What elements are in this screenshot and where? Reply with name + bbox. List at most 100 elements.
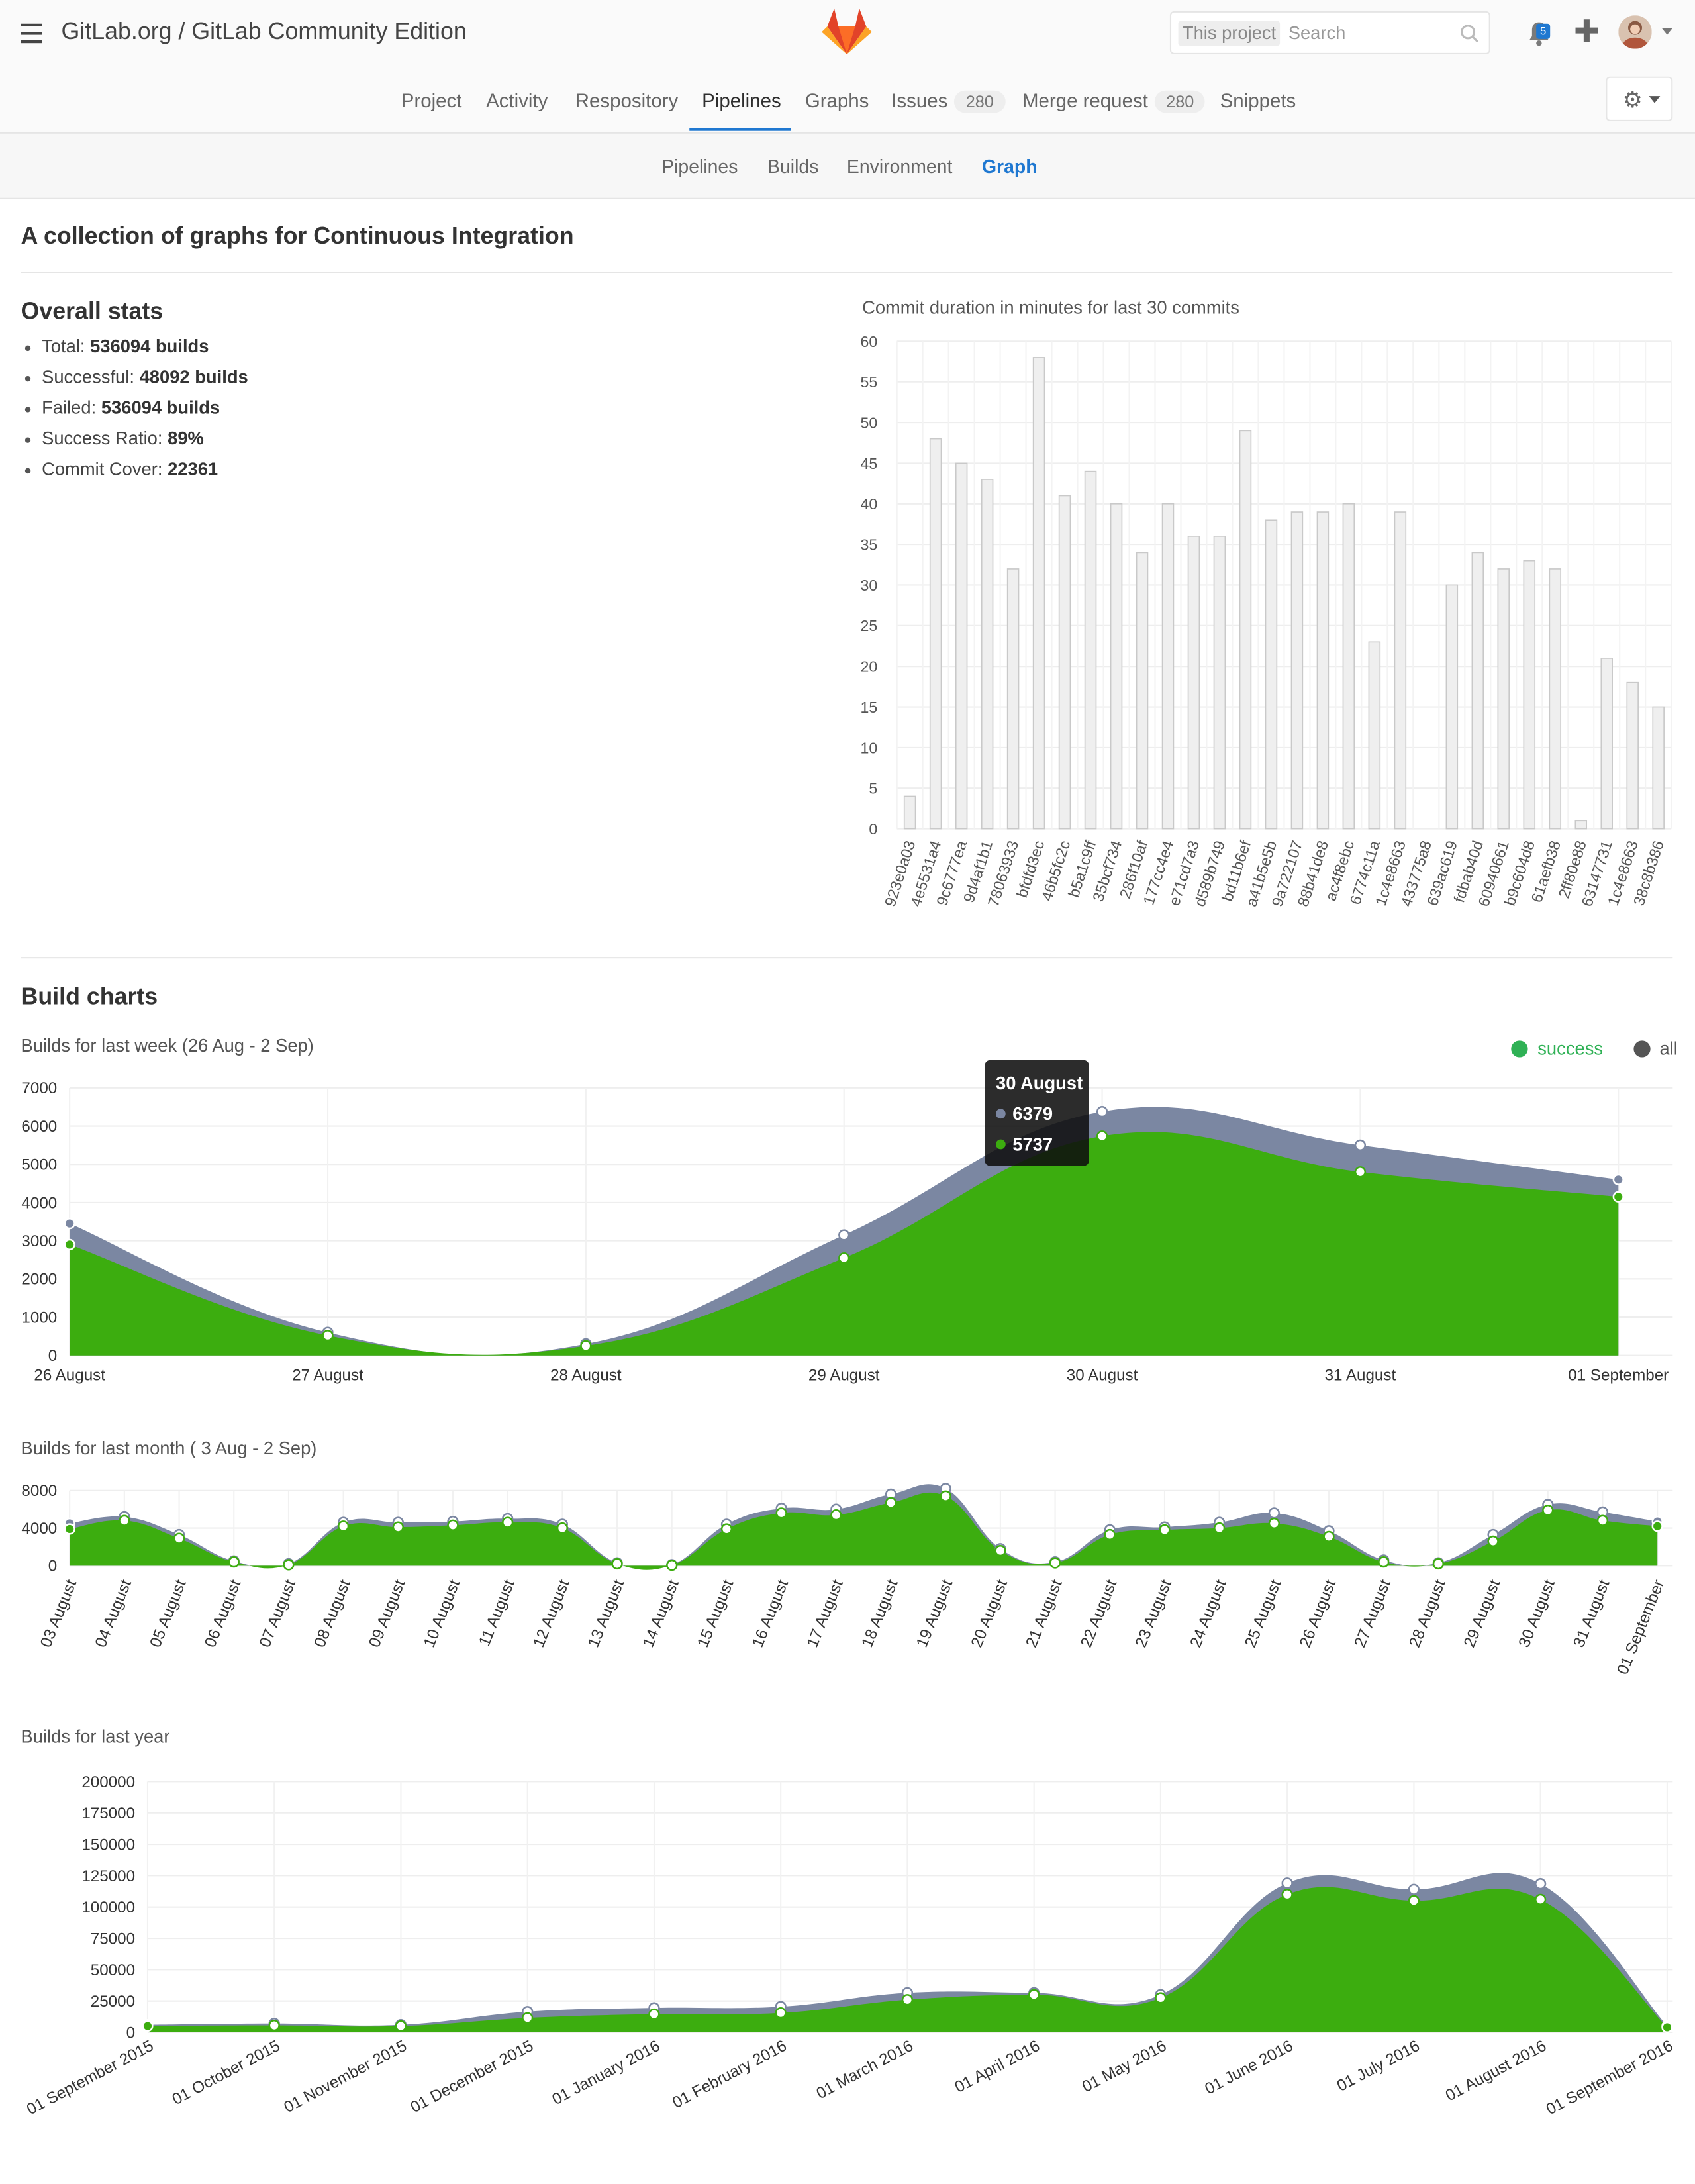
x-tick-label: 01 November 2015 [281, 2037, 409, 2116]
new-item-plus-icon[interactable]: ✚ [1574, 15, 1600, 48]
bar [1497, 568, 1510, 830]
stat-value: 536094 builds [90, 335, 209, 357]
point-success [940, 1490, 951, 1502]
point-success [119, 1514, 130, 1526]
point-success [1596, 1514, 1609, 1526]
stat-label: Successful: [42, 366, 134, 387]
point-success [775, 2007, 787, 2019]
build-charts-title: Build charts [21, 983, 158, 1011]
subtab-builds[interactable]: Builds [767, 156, 818, 177]
tab-snippets[interactable]: Snippets [1220, 89, 1296, 112]
tab-activity[interactable]: Activity [486, 89, 548, 112]
tab-issues[interactable]: Issues 280 [891, 89, 1005, 114]
year-builds-chart: 0 25000 50000 75000 100000 125000 150000 175000… [24, 1773, 1676, 2119]
point-success [1155, 1992, 1167, 2004]
bar [1006, 568, 1020, 830]
y-tick-label: 2000 [21, 1271, 57, 1289]
user-menu-chevron-down-icon[interactable] [1661, 28, 1673, 35]
project-settings-button[interactable]: ⚙ [1606, 76, 1673, 122]
subtab-graph[interactable]: Graph [982, 156, 1038, 177]
stat-commit-cover: Commit Cover: 22361 [24, 457, 248, 487]
user-avatar[interactable] [1618, 15, 1652, 49]
y-tick-label: 0 [48, 1558, 57, 1575]
y-tick-label: 4000 [21, 1194, 57, 1212]
point-success [1323, 1530, 1335, 1542]
y-tick-label: 50000 [91, 1961, 135, 1979]
point-success [556, 1522, 569, 1534]
bar [1239, 430, 1252, 830]
point-success [1049, 1557, 1061, 1569]
bar [1316, 511, 1330, 830]
project-title[interactable]: GitLab.org / GitLab Community Edition [62, 18, 467, 46]
x-tick-label: 01 September [1568, 1367, 1669, 1385]
header: GitLab.org / GitLab Community Edition Th… [0, 0, 1695, 134]
point-success [1214, 1522, 1226, 1534]
subtab-environment[interactable]: Environment [847, 156, 952, 177]
bar [955, 462, 968, 830]
x-tick-label: 05 August [146, 1577, 189, 1650]
tab-repository[interactable]: Respository [575, 89, 678, 112]
x-tick-label: 01 October 2015 [170, 2037, 283, 2109]
point-success [268, 2019, 280, 2032]
subtab-pipelines[interactable]: Pipelines [661, 156, 738, 177]
point-success [1661, 2021, 1673, 2034]
point-success [1612, 1191, 1624, 1203]
gitlab-logo-icon[interactable] [822, 8, 872, 63]
x-tick-label: 25 August [1241, 1577, 1284, 1650]
sub-nav: Pipelines Builds Environment Graph [0, 133, 1695, 199]
tab-graphs[interactable]: Graphs [805, 89, 869, 112]
point-success [395, 2020, 407, 2032]
x-tick-label: 01 August 2016 [1443, 2037, 1549, 2105]
x-tick-label: 01 January 2016 [549, 2037, 663, 2109]
hamburger-menu-icon[interactable] [21, 23, 42, 44]
tooltip-success-swatch [996, 1139, 1006, 1150]
point-success [283, 1559, 295, 1571]
search-input[interactable]: This project Search [1169, 11, 1490, 55]
x-tick-label: 01 April 2016 [952, 2037, 1043, 2097]
x-tick-label: 01 December 2015 [408, 2037, 536, 2116]
tooltip-title: 30 August [996, 1072, 1083, 1094]
point-all [1281, 1877, 1293, 1889]
page-title: A collection of graphs for Continuous In… [21, 223, 574, 250]
bar [1574, 820, 1588, 830]
y-tick-label: 5 [869, 780, 877, 797]
point-success [648, 2008, 660, 2020]
overall-stats-list: Total: 536094 builds Successful: 48092 b… [24, 334, 248, 487]
tab-pipelines[interactable]: Pipelines [702, 89, 781, 112]
point-success [173, 1532, 185, 1544]
year-chart-title: Builds for last year [21, 1726, 170, 1747]
x-tick-label: 10 August [420, 1577, 463, 1650]
point-success [1542, 1504, 1554, 1516]
x-tick-label: 30 August [1516, 1577, 1559, 1650]
tooltip-all-row: 6379 [996, 1103, 1053, 1124]
point-success [1432, 1558, 1445, 1570]
point-success [720, 1523, 733, 1535]
bar [1110, 503, 1123, 830]
point-success [1268, 1517, 1280, 1530]
bar [981, 479, 994, 830]
x-tick-label: 01 September 2016 [1543, 2037, 1676, 2119]
x-tick-label: 26 August [34, 1367, 105, 1385]
notifications-bell-icon[interactable]: 5 [1526, 19, 1551, 54]
legend-all-swatch [1633, 1040, 1650, 1058]
search-scope-badge[interactable]: This project [1178, 21, 1281, 46]
divider [21, 272, 1673, 273]
y-tick-label: 4000 [21, 1520, 57, 1538]
top-bar: GitLab.org / GitLab Community Edition Th… [0, 0, 1695, 70]
week-builds-chart: 0 1000 2000 3000 4000 5000 6000 7000 26 August 27… [21, 1079, 1673, 1385]
tab-project[interactable]: Project [401, 89, 462, 112]
stat-value: 536094 builds [101, 397, 220, 419]
gear-icon: ⚙ [1622, 89, 1643, 113]
point-success [337, 1520, 350, 1532]
x-tick-label: 20 August [968, 1577, 1011, 1650]
x-tick-label: 27 August [1351, 1577, 1394, 1650]
x-tick-label: 14 August [639, 1577, 682, 1650]
tab-merge-requests[interactable]: Merge request 280 [1022, 89, 1206, 114]
stat-label: Commit Cover: [42, 458, 163, 479]
x-tick-label: 11 August [475, 1577, 518, 1648]
y-tick-label: 125000 [81, 1867, 135, 1885]
point-success [502, 1516, 514, 1528]
point-success [1408, 1895, 1420, 1907]
x-tick-label: 31 August [1570, 1577, 1613, 1650]
stat-failed: Failed: 536094 builds [24, 395, 248, 426]
